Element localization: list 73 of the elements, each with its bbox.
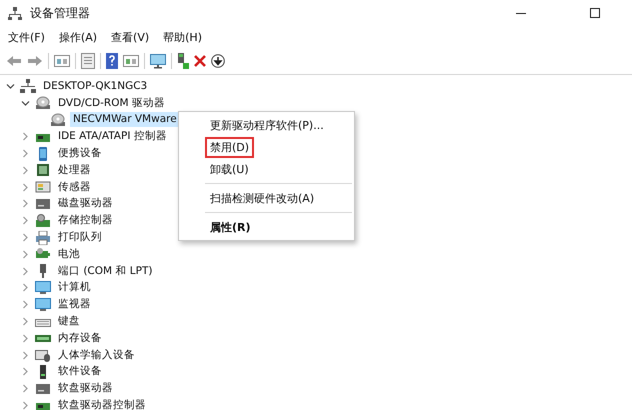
tree-item[interactable]: 软盘驱动器 xyxy=(55,381,116,396)
tree-item[interactable]: 监视器 xyxy=(55,297,94,312)
expand-chevron-icon[interactable] xyxy=(21,250,30,259)
menu-item[interactable]: 帮助(H) xyxy=(163,30,202,44)
tree-item[interactable]: 计算机 xyxy=(55,280,94,296)
expand-chevron-icon[interactable] xyxy=(21,132,30,142)
menu-item[interactable]: 文件(F) xyxy=(8,30,45,44)
tree-item[interactable]: 处理器 xyxy=(55,162,94,178)
tree-item[interactable]: DESKTOP-QK1NGC3 xyxy=(40,78,150,94)
menu-option[interactable]: 卸载(U) xyxy=(205,158,254,180)
monitor-icon[interactable] xyxy=(150,54,166,68)
storage-icon xyxy=(35,214,51,228)
expand-chevron-icon[interactable] xyxy=(21,166,30,175)
menu-option[interactable]: 更新驱动程序软件(P)... xyxy=(205,114,329,136)
tree-item[interactable]: 打印队列 xyxy=(55,230,105,246)
tree-item[interactable]: 磁盘驱动器 xyxy=(55,196,116,212)
expand-chevron-icon[interactable] xyxy=(21,384,30,394)
panel-icon[interactable] xyxy=(54,54,70,68)
drive-icon xyxy=(35,382,51,396)
disc-drive-icon xyxy=(35,96,51,110)
expand-chevron-icon[interactable] xyxy=(21,199,30,208)
forward-arrow-icon[interactable] xyxy=(27,54,43,68)
help-icon[interactable] xyxy=(106,53,118,69)
expand-chevron-icon[interactable] xyxy=(21,233,30,242)
expand-chevron-icon[interactable] xyxy=(21,334,30,343)
computer-icon xyxy=(20,79,36,94)
tree-item[interactable]: 传感器 xyxy=(55,180,94,195)
device-plug-icon[interactable] xyxy=(177,53,189,69)
tree-item[interactable]: DVD/CD-ROM 驱动器 xyxy=(55,96,168,111)
expand-chevron-icon[interactable] xyxy=(21,401,30,410)
tree-item[interactable]: 电池 xyxy=(55,246,83,262)
tree-item[interactable]: 键盘 xyxy=(55,314,83,330)
expand-chevron-icon[interactable] xyxy=(21,300,30,310)
menu-option[interactable]: 属性(R) xyxy=(205,216,256,238)
expand-chevron-icon[interactable] xyxy=(21,283,30,292)
app-icon xyxy=(8,6,22,20)
properties-icon[interactable] xyxy=(81,53,95,69)
monitor-icon xyxy=(35,280,51,295)
maximize-icon[interactable] xyxy=(590,8,600,18)
input-device-icon xyxy=(35,348,51,362)
monitor-icon xyxy=(35,298,51,312)
back-arrow-icon[interactable] xyxy=(6,54,22,68)
menu-item[interactable]: 操作(A) xyxy=(58,30,98,44)
menu-item[interactable]: 查看(V) xyxy=(111,30,150,44)
menu-option[interactable]: 禁用(D) xyxy=(205,136,254,158)
tree-item[interactable]: 便携设备 xyxy=(55,146,105,162)
expand-chevron-icon[interactable] xyxy=(21,266,30,276)
panel-icon[interactable] xyxy=(123,54,139,68)
tree-item[interactable]: 人体学输入设备 xyxy=(55,348,138,363)
collapse-chevron-icon[interactable] xyxy=(6,82,15,91)
delete-x-icon[interactable] xyxy=(194,55,206,67)
sensor-icon xyxy=(35,180,51,194)
tree-item[interactable]: NECVMWar VMware xyxy=(70,112,180,128)
tree-item[interactable]: 存储控制器 xyxy=(55,213,116,228)
tree-item[interactable]: 端口 (COM 和 LPT) xyxy=(55,264,156,279)
printer-icon xyxy=(35,230,51,245)
expand-chevron-icon[interactable] xyxy=(21,317,30,326)
expand-chevron-icon[interactable] xyxy=(21,149,30,158)
tree-item[interactable]: 软件设备 xyxy=(55,364,105,380)
expand-chevron-icon[interactable] xyxy=(21,216,30,226)
collapse-chevron-icon[interactable] xyxy=(21,98,30,108)
expand-chevron-icon[interactable] xyxy=(21,367,30,376)
download-circle-icon[interactable] xyxy=(211,54,225,68)
expand-chevron-icon[interactable] xyxy=(21,182,30,192)
expand-chevron-icon[interactable] xyxy=(21,350,30,360)
drive-icon xyxy=(35,196,51,211)
tree-item[interactable]: IDE ATA/ATAPI 控制器 xyxy=(55,129,170,144)
window-title: 设备管理器 xyxy=(30,4,90,22)
tree-item[interactable]: 内存设备 xyxy=(55,330,105,346)
tree-item[interactable]: 软盘驱动器控制器 xyxy=(55,398,149,410)
chip-icon xyxy=(35,163,51,178)
menu-option[interactable]: 扫描检测硬件改动(A) xyxy=(205,188,320,208)
disc-drive-icon xyxy=(50,112,66,127)
